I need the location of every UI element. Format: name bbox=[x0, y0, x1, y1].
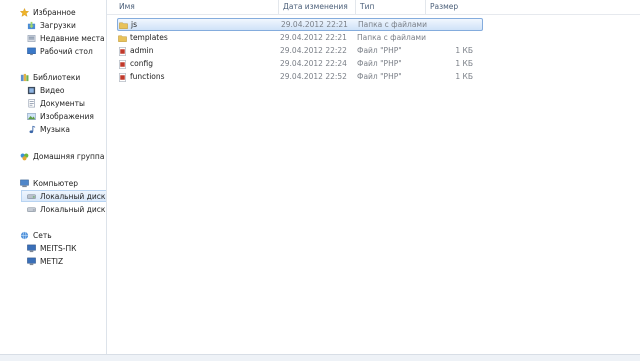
file-name: js bbox=[131, 20, 137, 29]
column-headers: Имя Дата изменения Тип Размер bbox=[107, 0, 640, 15]
nav-item-pictures[interactable]: Изображения bbox=[27, 110, 96, 122]
file-list-pane: Имя Дата изменения Тип Размер js 29.04.2… bbox=[107, 0, 640, 354]
nav-item-recent-places[interactable]: Недавние места bbox=[27, 32, 106, 44]
nav-computer[interactable]: Компьютер bbox=[20, 177, 80, 189]
network-computer-icon bbox=[27, 244, 36, 253]
php-file-icon bbox=[118, 60, 127, 69]
nav-item-meits-pc[interactable]: MEITS-ПК bbox=[27, 242, 78, 254]
column-header-size[interactable]: Размер bbox=[426, 0, 476, 14]
file-row-functions[interactable]: functions 29.04.2012 22:52 Файл "PHP" 1 … bbox=[117, 71, 483, 84]
column-header-type[interactable]: Тип bbox=[356, 0, 426, 14]
drive-icon bbox=[27, 192, 36, 201]
file-row-config[interactable]: config 29.04.2012 22:24 Файл "PHP" 1 КБ bbox=[117, 58, 483, 71]
file-name: config bbox=[130, 59, 153, 68]
nav-network[interactable]: Сеть bbox=[20, 229, 54, 241]
drive-icon bbox=[27, 205, 36, 214]
php-file-icon bbox=[118, 47, 127, 56]
nav-homegroup[interactable]: Домашняя группа bbox=[20, 150, 106, 162]
music-icon bbox=[27, 125, 36, 134]
recent-places-icon bbox=[27, 34, 36, 43]
nav-item-documents[interactable]: Документы bbox=[27, 97, 87, 109]
libraries-icon bbox=[20, 73, 29, 82]
folder-icon bbox=[119, 21, 128, 30]
network-icon bbox=[20, 231, 29, 240]
file-type: Файл "PHP" bbox=[357, 72, 402, 81]
nav-item-metiz[interactable]: METIZ bbox=[27, 255, 65, 267]
file-type: Файл "PHP" bbox=[357, 59, 402, 68]
file-row-js[interactable]: js 29.04.2012 22:21 Папка с файлами bbox=[117, 18, 483, 31]
file-size bbox=[424, 19, 474, 32]
file-date: 29.04.2012 22:24 bbox=[280, 59, 347, 68]
nav-item-drive-c[interactable]: Локальный диск (C bbox=[21, 190, 106, 202]
php-file-icon bbox=[118, 73, 127, 82]
nav-libraries[interactable]: Библиотеки bbox=[20, 71, 82, 83]
column-header-name[interactable]: Имя bbox=[115, 0, 279, 14]
nav-item-downloads[interactable]: Загрузки bbox=[27, 19, 78, 31]
star-icon bbox=[20, 7, 29, 17]
file-name: templates bbox=[130, 33, 168, 42]
nav-favorites[interactable]: Избранное bbox=[20, 6, 78, 18]
file-date: 29.04.2012 22:22 bbox=[280, 46, 347, 55]
network-computer-icon bbox=[27, 257, 36, 266]
folder-icon bbox=[118, 34, 127, 43]
file-date: 29.04.2012 22:52 bbox=[280, 72, 347, 81]
file-row-templates[interactable]: templates 29.04.2012 22:21 Папка с файла… bbox=[117, 32, 483, 45]
computer-icon bbox=[20, 179, 29, 188]
file-size: 1 КБ bbox=[455, 59, 473, 68]
file-size: 1 КБ bbox=[455, 72, 473, 81]
homegroup-icon bbox=[20, 152, 29, 161]
file-name: functions bbox=[130, 72, 165, 81]
file-date: 29.04.2012 22:21 bbox=[281, 20, 348, 29]
pictures-icon bbox=[27, 112, 36, 121]
downloads-icon bbox=[27, 21, 36, 30]
file-row-admin[interactable]: admin 29.04.2012 22:22 Файл "PHP" 1 КБ bbox=[117, 45, 483, 58]
file-date: 29.04.2012 22:21 bbox=[280, 33, 347, 42]
file-type: Файл "PHP" bbox=[357, 46, 402, 55]
navigation-pane: Избранное Загрузки Недавние места Рабочи… bbox=[0, 0, 107, 354]
file-size: 1 КБ bbox=[455, 46, 473, 55]
file-type: Папка с файлами bbox=[357, 33, 426, 42]
nav-item-drive-d[interactable]: Локальный диск (D bbox=[27, 203, 106, 215]
nav-item-music[interactable]: Музыка bbox=[27, 123, 72, 135]
nav-item-video[interactable]: Видео bbox=[27, 84, 66, 96]
file-type: Папка с файлами bbox=[358, 20, 427, 29]
desktop-icon bbox=[27, 47, 36, 56]
file-size bbox=[423, 32, 473, 45]
file-name: admin bbox=[130, 46, 154, 55]
documents-icon bbox=[27, 98, 36, 108]
column-header-date[interactable]: Дата изменения bbox=[279, 0, 356, 14]
nav-favorites-label: Избранное bbox=[33, 7, 76, 17]
nav-item-desktop[interactable]: Рабочий стол bbox=[27, 45, 95, 57]
video-icon bbox=[27, 86, 36, 95]
